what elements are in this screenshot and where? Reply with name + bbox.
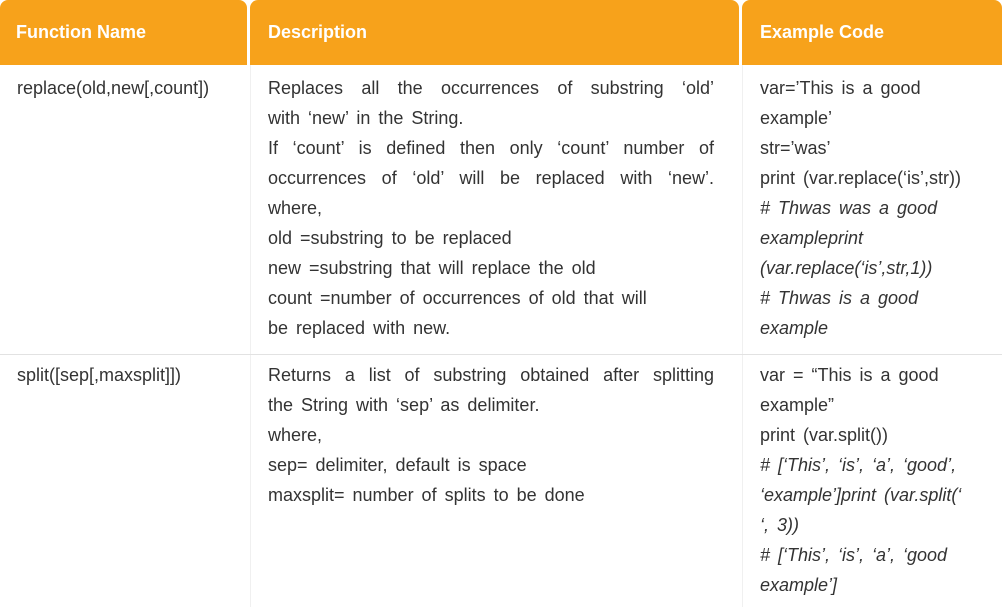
description-line: where, xyxy=(268,425,323,445)
code-line: var = “This is a good xyxy=(760,365,939,385)
description-line: old =substring to be replaced xyxy=(268,228,512,248)
description-line: where, xyxy=(268,198,323,218)
example-code-cell: var=’This is a good example’ str=’was’ p… xyxy=(742,65,1002,343)
description-line: with ‘new’ in the String. xyxy=(268,108,464,128)
table-header: Function Name Description Example Code xyxy=(0,0,1002,65)
code-comment-line: # Thwas was a good xyxy=(760,198,938,218)
code-comment-line: # [‘This’, ‘is’, ‘a’, ‘good’, xyxy=(760,455,957,475)
description-line: sep= delimiter, default is space xyxy=(268,455,527,475)
code-line: str=’was’ xyxy=(760,138,831,158)
table-row-replace: replace(old,new[,count]) Replaces all th… xyxy=(0,65,1002,354)
code-comment-line: # [‘This’, ‘is’, ‘a’, ‘good xyxy=(760,545,948,565)
description-cell: Returns a list of substring obtained aft… xyxy=(250,355,742,510)
code-comment-line: ‘, 3)) xyxy=(760,515,799,535)
function-name-cell: replace(old,new[,count]) xyxy=(0,65,250,103)
header-description: Description xyxy=(250,0,739,65)
header-example-code: Example Code xyxy=(742,0,1002,65)
code-comment-line: example xyxy=(760,318,829,338)
description-line: the String with ‘sep’ as delimiter. xyxy=(268,395,540,415)
description-cell: Replaces all the occurrences of substrin… xyxy=(250,65,742,343)
table-row-split: split([sep[,maxsplit]]) Returns a list o… xyxy=(0,354,1002,607)
code-comment-line: example’] xyxy=(760,575,838,595)
description-line: be replaced with new. xyxy=(268,318,451,338)
description-line: occurrences of ‘old’ will be replaced wi… xyxy=(268,168,714,188)
code-line: print (var.split()) xyxy=(760,425,889,445)
function-name: split([sep[,maxsplit]]) xyxy=(17,365,182,385)
code-line: var=’This is a good xyxy=(760,78,921,98)
description-line: Returns a list of substring obtained aft… xyxy=(268,365,714,385)
code-comment-line: exampleprint xyxy=(760,228,864,248)
function-name: replace(old,new[,count]) xyxy=(17,78,210,98)
code-line: example’ xyxy=(760,108,833,128)
description-line: If ‘count’ is defined then only ‘count’ … xyxy=(268,138,714,158)
example-code-cell: var = “This is a good example” print (va… xyxy=(742,355,1002,600)
description-line: new =substring that will replace the old xyxy=(268,258,596,278)
code-comment-line: # Thwas is a good xyxy=(760,288,919,308)
header-function-name: Function Name xyxy=(0,0,247,65)
code-comment-line: ‘example’]print (var.split(‘ xyxy=(760,485,962,505)
code-line: example” xyxy=(760,395,835,415)
string-functions-table: Function Name Description Example Code r… xyxy=(0,0,1002,607)
code-comment-line: (var.replace(‘is’,str,1)) xyxy=(760,258,933,278)
code-line: print (var.replace(‘is’,str)) xyxy=(760,168,962,188)
description-line: count =number of occurrences of old that… xyxy=(268,288,647,308)
description-line: maxsplit= number of splits to be done xyxy=(268,485,585,505)
description-line: Replaces all the occurrences of substrin… xyxy=(268,78,714,98)
function-name-cell: split([sep[,maxsplit]]) xyxy=(0,355,250,390)
